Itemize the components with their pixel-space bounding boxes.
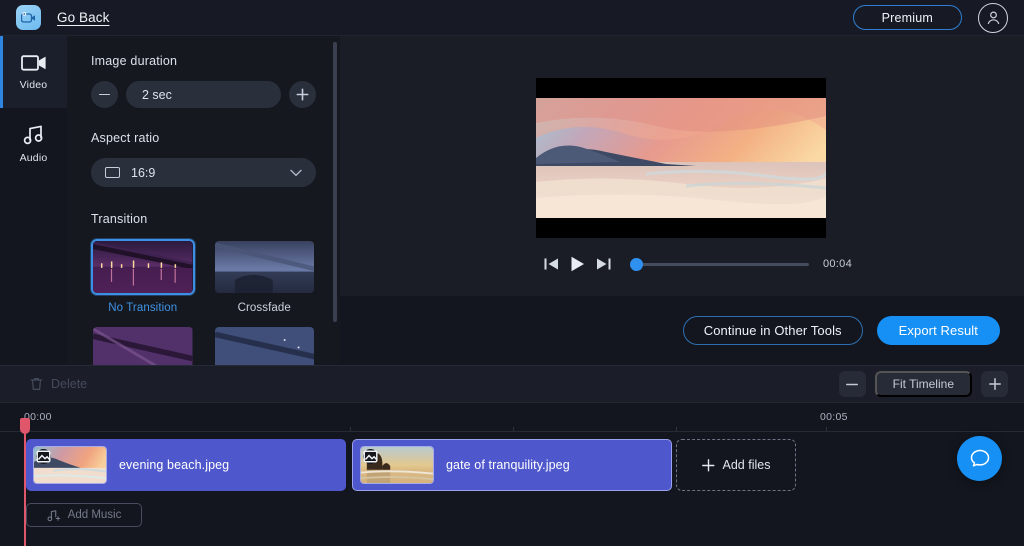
skip-previous-button[interactable] [538,251,564,277]
timeline-zoom-out-button[interactable] [839,371,866,397]
seek-bar[interactable] [630,251,809,277]
plus-icon [702,459,715,472]
chat-bubble-icon [968,447,992,471]
left-rail: Video Audio [0,36,67,365]
sidebar-item-label: Video [20,79,48,91]
action-bar: Continue in Other Tools Export Result [340,296,1024,365]
seek-track [638,263,809,266]
aspect-ratio-value: 16:9 [131,166,155,180]
fit-timeline-button[interactable]: Fit Timeline [875,371,972,397]
timeline-zoom-in-button[interactable] [981,371,1008,397]
sidebar-item-video[interactable]: Video [0,36,67,108]
sidebar-item-label: Audio [20,152,48,164]
timeline-clip[interactable]: evening beach.jpeg [26,439,346,491]
delete-button[interactable]: Delete [30,377,87,391]
add-files-button[interactable]: Add files [676,439,796,491]
playhead[interactable] [24,421,26,546]
video-camera-icon [21,54,47,72]
timeline-ruler[interactable]: 00:00 00:05 [0,403,1024,433]
add-music-label: Add Music [68,509,122,521]
transition-option-3[interactable] [91,325,195,365]
minus-icon [99,94,110,96]
duration-plus-button[interactable] [289,81,316,108]
sidebar-item-audio[interactable]: Audio [0,108,67,180]
duration-minus-button[interactable] [91,81,118,108]
music-add-icon [47,509,61,522]
timeline-clip[interactable]: gate of tranquility.jpeg [352,439,672,491]
transition-thumbnail [91,239,195,295]
timeline-zoom-controls: Fit Timeline [839,371,1008,397]
timeline-track: evening beach.jpeg [0,439,1024,494]
add-music-button[interactable]: Add Music [26,503,142,527]
music-note-icon [23,125,45,145]
avatar[interactable] [978,3,1008,33]
chevron-down-icon [290,169,302,177]
transition-option-crossfade[interactable]: Crossfade [213,239,317,314]
add-files-label: Add files [723,458,771,472]
clip-thumbnail [360,446,434,484]
image-icon [36,449,51,464]
skip-previous-icon [544,257,559,271]
transition-thumbnail [91,325,195,365]
duration-label: 00:04 [823,258,852,270]
go-back-link[interactable]: Go Back [57,10,109,25]
transition-option-label: Crossfade [213,302,317,314]
transition-grid: No Transition [91,239,316,365]
play-icon [570,256,585,272]
app-logo-icon[interactable] [16,5,41,30]
plus-icon [989,378,1001,390]
transition-option-label: No Transition [91,302,195,314]
clip-thumbnail [33,446,107,484]
rectangle-icon [105,167,120,178]
trash-icon [30,377,43,391]
timeline-toolbar: Delete Fit Timeline [0,365,1024,403]
plus-icon [296,88,309,101]
delete-label: Delete [51,377,87,391]
aspect-ratio-label: Aspect ratio [91,131,316,145]
preview-area: 00:04 [340,36,1024,296]
ruler-baseline [0,431,1024,432]
playhead-handle[interactable] [20,418,30,434]
image-icon [363,449,378,464]
transition-option-4[interactable] [213,325,317,365]
top-bar-right: Premium [853,3,1008,33]
transition-label: Transition [91,212,316,226]
video-preview[interactable] [536,78,826,238]
clip-name: evening beach.jpeg [119,458,229,472]
play-button[interactable] [564,251,590,277]
skip-next-button[interactable] [590,251,616,277]
transition-option-no-transition[interactable]: No Transition [91,239,195,314]
skip-next-icon [596,257,611,271]
playback-controls: 00:04 [340,248,1024,280]
premium-button[interactable]: Premium [853,5,962,30]
settings-panel: Image duration 2 sec Aspect ratio 16:9 [67,36,340,365]
panel-scrollbar[interactable] [333,42,337,322]
image-duration-label: Image duration [91,54,316,68]
duration-input[interactable]: 2 sec [126,81,281,108]
chat-support-button[interactable] [957,436,1002,481]
minus-icon [846,383,858,386]
seek-handle[interactable] [630,258,643,271]
ruler-tick-label: 00:05 [820,411,848,423]
continue-in-other-tools-button[interactable]: Continue in Other Tools [683,316,863,345]
export-result-button[interactable]: Export Result [877,316,1000,345]
aspect-ratio-select[interactable]: 16:9 [91,158,316,187]
clip-name: gate of tranquility.jpeg [446,458,570,472]
transition-thumbnail [213,239,317,295]
transition-thumbnail [213,325,317,365]
top-bar: Go Back Premium [0,0,1024,36]
image-duration-stepper: 2 sec [91,81,316,108]
